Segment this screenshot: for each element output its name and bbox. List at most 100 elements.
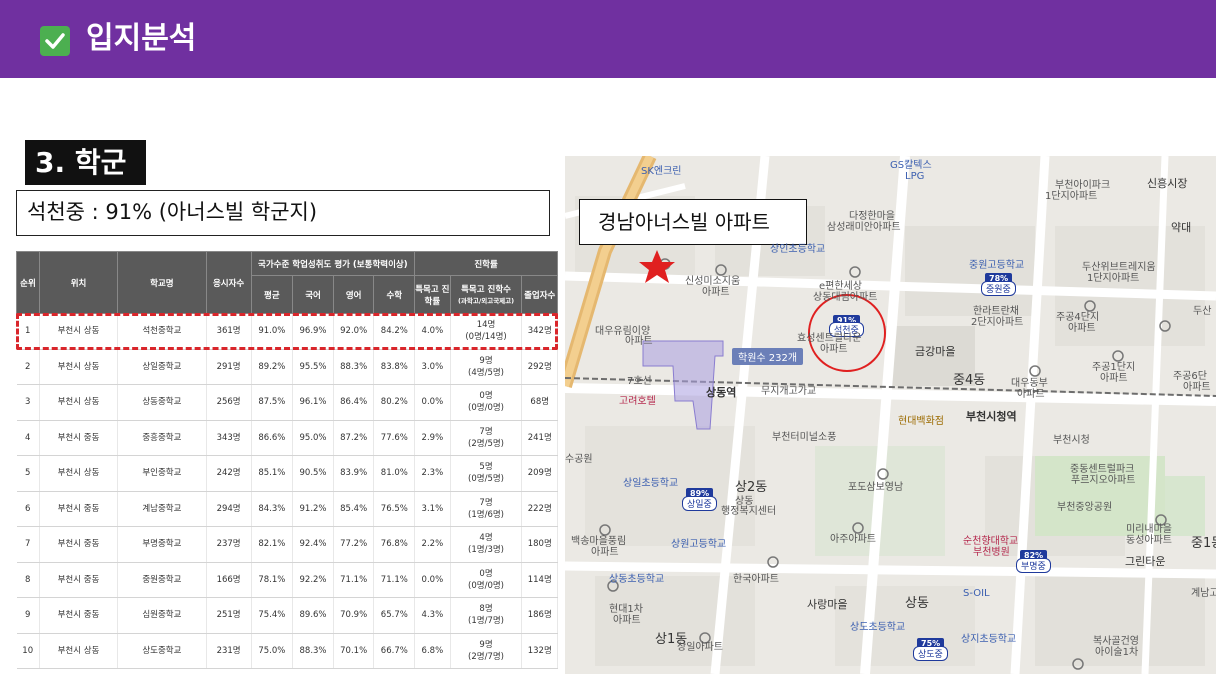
- cell-korean: 92.2%: [292, 562, 334, 598]
- map-label: 1단지아파트: [1045, 191, 1098, 202]
- map-label: 계남고: [1191, 588, 1216, 599]
- cell-avg: 78.1%: [251, 562, 294, 598]
- cell-special-count: 4명 (1명/3명): [450, 526, 523, 563]
- map-label: 행정복지센터: [721, 506, 777, 517]
- cell-korean: 89.6%: [292, 597, 334, 634]
- cell-graduates: 68명: [521, 384, 558, 421]
- cell-korean: 90.5%: [292, 455, 334, 492]
- cell-location: 부천시 상동: [39, 633, 119, 669]
- map-label: 부천시청: [1053, 435, 1090, 446]
- map-label: 고려호텔: [619, 396, 656, 407]
- cell-location: 부천시 중동: [39, 420, 119, 456]
- cell-examinees: 237명: [206, 526, 252, 563]
- table-row: 5 부천시 상동 부인중학교 242명 85.1% 90.5% 83.9% 81.0% 2.3%…: [16, 455, 558, 492]
- table-row: 4 부천시 중동 중흥중학교 343명 86.6% 95.0% 87.2% 77.6% 2.9%…: [16, 420, 558, 456]
- cell-location: 부천시 상동: [39, 349, 119, 385]
- cell-avg: 75.0%: [251, 633, 294, 669]
- th-rank: 순위: [16, 251, 40, 314]
- cell-special-count: 0명 (0명/0명): [450, 384, 523, 421]
- cell-korean: 95.0%: [292, 420, 334, 456]
- cell-korean: 88.3%: [292, 633, 334, 669]
- cell-school: 상도중학교: [117, 633, 207, 669]
- cell-school: 심원중학교: [117, 597, 207, 634]
- cell-avg: 75.4%: [251, 597, 294, 634]
- cell-math: 83.8%: [373, 349, 416, 385]
- table-row: 3 부천시 상동 상동중학교 256명 87.5% 96.1% 86.4% 80.2% 0.0%…: [16, 384, 558, 421]
- map-label: 중원고등학교: [969, 260, 1025, 271]
- th-achievement-group: 국가수준 학업성취도 평가 (보통학력이상): [250, 251, 416, 276]
- cell-school: 중원중학교: [117, 562, 207, 598]
- map-label: 아파트: [1017, 389, 1045, 400]
- map-label: 신흥시장: [1147, 177, 1188, 190]
- cell-english: 77.2%: [333, 526, 375, 563]
- th-graduates: 졸업자수: [521, 275, 558, 314]
- cell-special-rate: 3.0%: [414, 349, 451, 385]
- checkmark-icon: [40, 26, 70, 56]
- map-label: 아파트: [591, 547, 619, 558]
- th-progression-group: 진학률: [414, 251, 558, 276]
- cell-rank: 8: [16, 562, 40, 598]
- map-label: 상동초등학교: [609, 574, 665, 585]
- map-label: 상2동: [735, 480, 768, 495]
- cell-location: 부천시 중동: [39, 562, 119, 598]
- map-label: LPG: [905, 171, 925, 182]
- cell-examinees: 343명: [206, 420, 252, 456]
- cell-rank: 9: [16, 597, 40, 634]
- cell-graduates: 180명: [521, 526, 558, 563]
- map-label: 아파트: [1183, 382, 1211, 393]
- special-count-main: 5명: [479, 462, 493, 473]
- cell-school: 부명중학교: [117, 526, 207, 563]
- special-count-main: 9명: [479, 355, 493, 366]
- table-row: 8 부천시 중동 중원중학교 166명 78.1% 92.2% 71.1% 71.1% 0.0%…: [16, 562, 558, 598]
- cell-special-count: 5명 (0명/5명): [450, 455, 523, 492]
- map-label: 상원고등학교: [671, 539, 727, 550]
- school-chip: 부명중: [1016, 558, 1051, 573]
- cell-math: 71.1%: [373, 562, 416, 598]
- th-special-count-sub: (과학고/외고국제고): [457, 297, 515, 305]
- cell-location: 부천시 상동: [39, 455, 119, 492]
- cell-graduates: 114명: [521, 562, 558, 598]
- map-label: 포도삼보영남: [848, 482, 904, 493]
- map-label: 부천병원: [973, 547, 1010, 558]
- map-label: 부천중앙공원: [1057, 502, 1113, 513]
- cell-special-rate: 4.3%: [414, 597, 451, 634]
- special-count-main: 7명: [479, 497, 493, 508]
- map-label: 7호선: [627, 376, 652, 387]
- map-label: 그린타운: [1125, 555, 1166, 568]
- th-avg: 평균: [250, 275, 294, 314]
- map-label: 수공원: [565, 454, 593, 465]
- cell-english: 88.3%: [333, 349, 375, 385]
- cell-english: 87.2%: [333, 420, 375, 456]
- map-label: 상인초등학교: [770, 244, 826, 255]
- special-count-sub: (0명/0명): [468, 580, 504, 591]
- map-label: 아파트: [613, 615, 641, 626]
- cell-examinees: 242명: [206, 455, 252, 492]
- cell-math: 76.5%: [373, 491, 416, 527]
- special-count-main: 7명: [479, 426, 493, 437]
- map-label: 아파트: [820, 344, 848, 355]
- cell-school: 중흥중학교: [117, 420, 207, 456]
- cell-special-count: 7명 (1명/6명): [450, 491, 523, 527]
- cell-special-rate: 0.0%: [414, 562, 451, 598]
- map-label: 사랑마을: [807, 598, 848, 611]
- cell-special-count: 0명 (0명/0명): [450, 562, 523, 598]
- cell-math: 80.2%: [373, 384, 416, 421]
- map-label: 아파트: [625, 336, 653, 347]
- cell-math: 81.0%: [373, 455, 416, 492]
- cell-special-rate: 2.2%: [414, 526, 451, 563]
- special-count-sub: (4명/5명): [468, 367, 504, 378]
- th-korean: 국어: [292, 275, 334, 314]
- cell-korean: 95.5%: [292, 349, 334, 385]
- map-label: 아주아파트: [830, 534, 876, 545]
- th-location: 위치: [38, 251, 119, 314]
- map-label: 무지개고가교: [761, 386, 817, 397]
- cell-avg: 89.2%: [251, 349, 294, 385]
- cell-graduates: 222명: [521, 491, 558, 527]
- page-title: 입지분석: [86, 21, 197, 56]
- cell-examinees: 166명: [206, 562, 252, 598]
- cell-location: 부천시 상동: [39, 384, 119, 421]
- special-count-main: 9명: [479, 639, 493, 650]
- cell-location: 부천시 중동: [39, 491, 119, 527]
- cell-special-rate: 3.1%: [414, 491, 451, 527]
- cell-english: 83.9%: [333, 455, 375, 492]
